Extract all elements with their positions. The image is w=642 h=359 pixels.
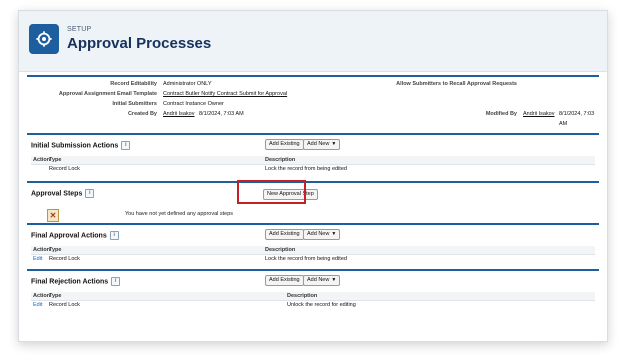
initial-submission-title-text: Initial Submission Actions bbox=[31, 142, 119, 150]
modified-by-label: Modified By bbox=[485, 111, 517, 117]
chevron-down-icon: ▼ bbox=[331, 277, 337, 283]
page-title: Approval Processes bbox=[67, 35, 212, 52]
column-description: Description bbox=[265, 247, 296, 253]
detail-row-submitters: Initial Submitters Contract Instance Own… bbox=[27, 99, 599, 109]
final-approval-title-text: Final Approval Actions bbox=[31, 232, 107, 240]
column-description: Description bbox=[287, 293, 318, 299]
add-new-button[interactable]: Add New ▼ bbox=[303, 275, 341, 286]
error-x-icon: ✕ bbox=[47, 209, 59, 222]
initial-submission-title: Initial Submission Actions i bbox=[31, 141, 131, 150]
record-editability-label: Record Editability bbox=[110, 81, 157, 87]
initial-submitters-value: Contract Instance Owner bbox=[163, 101, 224, 107]
info-icon[interactable]: i bbox=[121, 141, 131, 150]
created-by-label: Created By bbox=[127, 111, 157, 117]
chevron-down-icon: ▼ bbox=[331, 141, 337, 147]
column-action: Action bbox=[33, 293, 51, 299]
table-header: Action Type Description bbox=[31, 292, 595, 301]
email-template-link[interactable]: Contract Butler Notify Contract Submit f… bbox=[163, 89, 287, 99]
detail-row-email-template: Approval Assignment Email Template Contr… bbox=[27, 89, 599, 99]
final-approval-title: Final Approval Actions i bbox=[31, 231, 119, 240]
created-by-date: 8/1/2024, 7:03 AM bbox=[199, 111, 244, 117]
row-description: Lock the record from being edited bbox=[265, 166, 347, 172]
add-existing-button[interactable]: Add Existing bbox=[265, 275, 304, 286]
gear-icon-svg bbox=[36, 31, 52, 47]
info-icon[interactable]: i bbox=[85, 189, 95, 198]
table-header: Action Type Description bbox=[31, 156, 595, 165]
final-rejection-title-text: Final Rejection Actions bbox=[31, 278, 109, 286]
breadcrumb-setup[interactable]: SETUP bbox=[67, 26, 91, 33]
initial-submitters-label: Initial Submitters bbox=[112, 101, 157, 107]
detail-row-created: Created By Andrii Isakov 8/1/2024, 7:03 … bbox=[27, 109, 599, 127]
recall-label: Allow Submitters to Recall Approval Requ… bbox=[396, 81, 517, 87]
email-template-label: Approval Assignment Email Template bbox=[58, 91, 157, 97]
record-editability-value: Administrator ONLY bbox=[163, 81, 212, 87]
settings-gear-icon bbox=[29, 24, 59, 54]
modified-by-user-link[interactable]: Andrii Isakov bbox=[523, 109, 555, 119]
highlight-box bbox=[237, 180, 306, 204]
final-rejection-section: Final Rejection Actions i Add Existing Ad… bbox=[27, 269, 599, 327]
info-icon[interactable]: i bbox=[109, 231, 119, 240]
detail-row-editability: Record Editability Administrator ONLY Al… bbox=[27, 79, 599, 89]
table-header: Action Type Description bbox=[31, 246, 595, 255]
final-approval-section: Final Approval Actions i Add Existing Add… bbox=[27, 223, 599, 269]
edit-link[interactable]: Edit bbox=[33, 301, 42, 310]
process-detail: Record Editability Administrator ONLY Al… bbox=[27, 75, 599, 133]
chevron-down-icon: ▼ bbox=[331, 231, 337, 237]
column-type: Type bbox=[49, 293, 62, 299]
initial-submission-section: Initial Submission Actions i Add Existing… bbox=[27, 133, 599, 179]
add-new-label: Add New bbox=[307, 141, 330, 147]
empty-steps-message: You have not yet defined any approval st… bbox=[125, 211, 234, 217]
final-rejection-title: Final Rejection Actions i bbox=[31, 277, 121, 286]
created-by-user-link[interactable]: Andrii Isakov bbox=[163, 109, 195, 119]
table-row: Edit Record Lock Unlock the record for e… bbox=[31, 301, 595, 310]
add-existing-button[interactable]: Add Existing bbox=[265, 139, 304, 150]
table-row: Edit Record Lock Lock the record from be… bbox=[31, 255, 595, 264]
add-new-button[interactable]: Add New ▼ bbox=[303, 139, 341, 150]
column-action: Action bbox=[33, 157, 51, 163]
page-header: SETUP Approval Processes bbox=[19, 11, 607, 72]
add-new-label: Add New bbox=[307, 231, 330, 237]
modified-by-date: 8/1/2024, 7:03 AM bbox=[559, 111, 595, 127]
row-description: Lock the record from being edited bbox=[265, 256, 347, 262]
approval-steps-title: Approval Steps i bbox=[31, 189, 95, 198]
edit-link[interactable]: Edit bbox=[33, 255, 42, 264]
column-action: Action bbox=[33, 247, 51, 253]
table-row: Record Lock Lock the record from being e… bbox=[31, 165, 595, 174]
column-type: Type bbox=[49, 157, 62, 163]
column-description: Description bbox=[265, 157, 296, 163]
info-icon[interactable]: i bbox=[111, 277, 121, 286]
add-new-label: Add New bbox=[307, 277, 330, 283]
approval-steps-title-text: Approval Steps bbox=[31, 190, 83, 198]
approval-steps-section: Approval Steps i New Approval Step You ha… bbox=[27, 181, 599, 227]
column-type: Type bbox=[49, 247, 62, 253]
row-type: Record Lock bbox=[49, 302, 80, 308]
row-description: Unlock the record for editing bbox=[287, 302, 356, 308]
setup-window: SETUP Approval Processes Record Editabil… bbox=[18, 10, 608, 342]
row-type: Record Lock bbox=[49, 256, 80, 262]
add-existing-button[interactable]: Add Existing bbox=[265, 229, 304, 240]
row-type: Record Lock bbox=[49, 166, 80, 172]
add-new-button[interactable]: Add New ▼ bbox=[303, 229, 341, 240]
